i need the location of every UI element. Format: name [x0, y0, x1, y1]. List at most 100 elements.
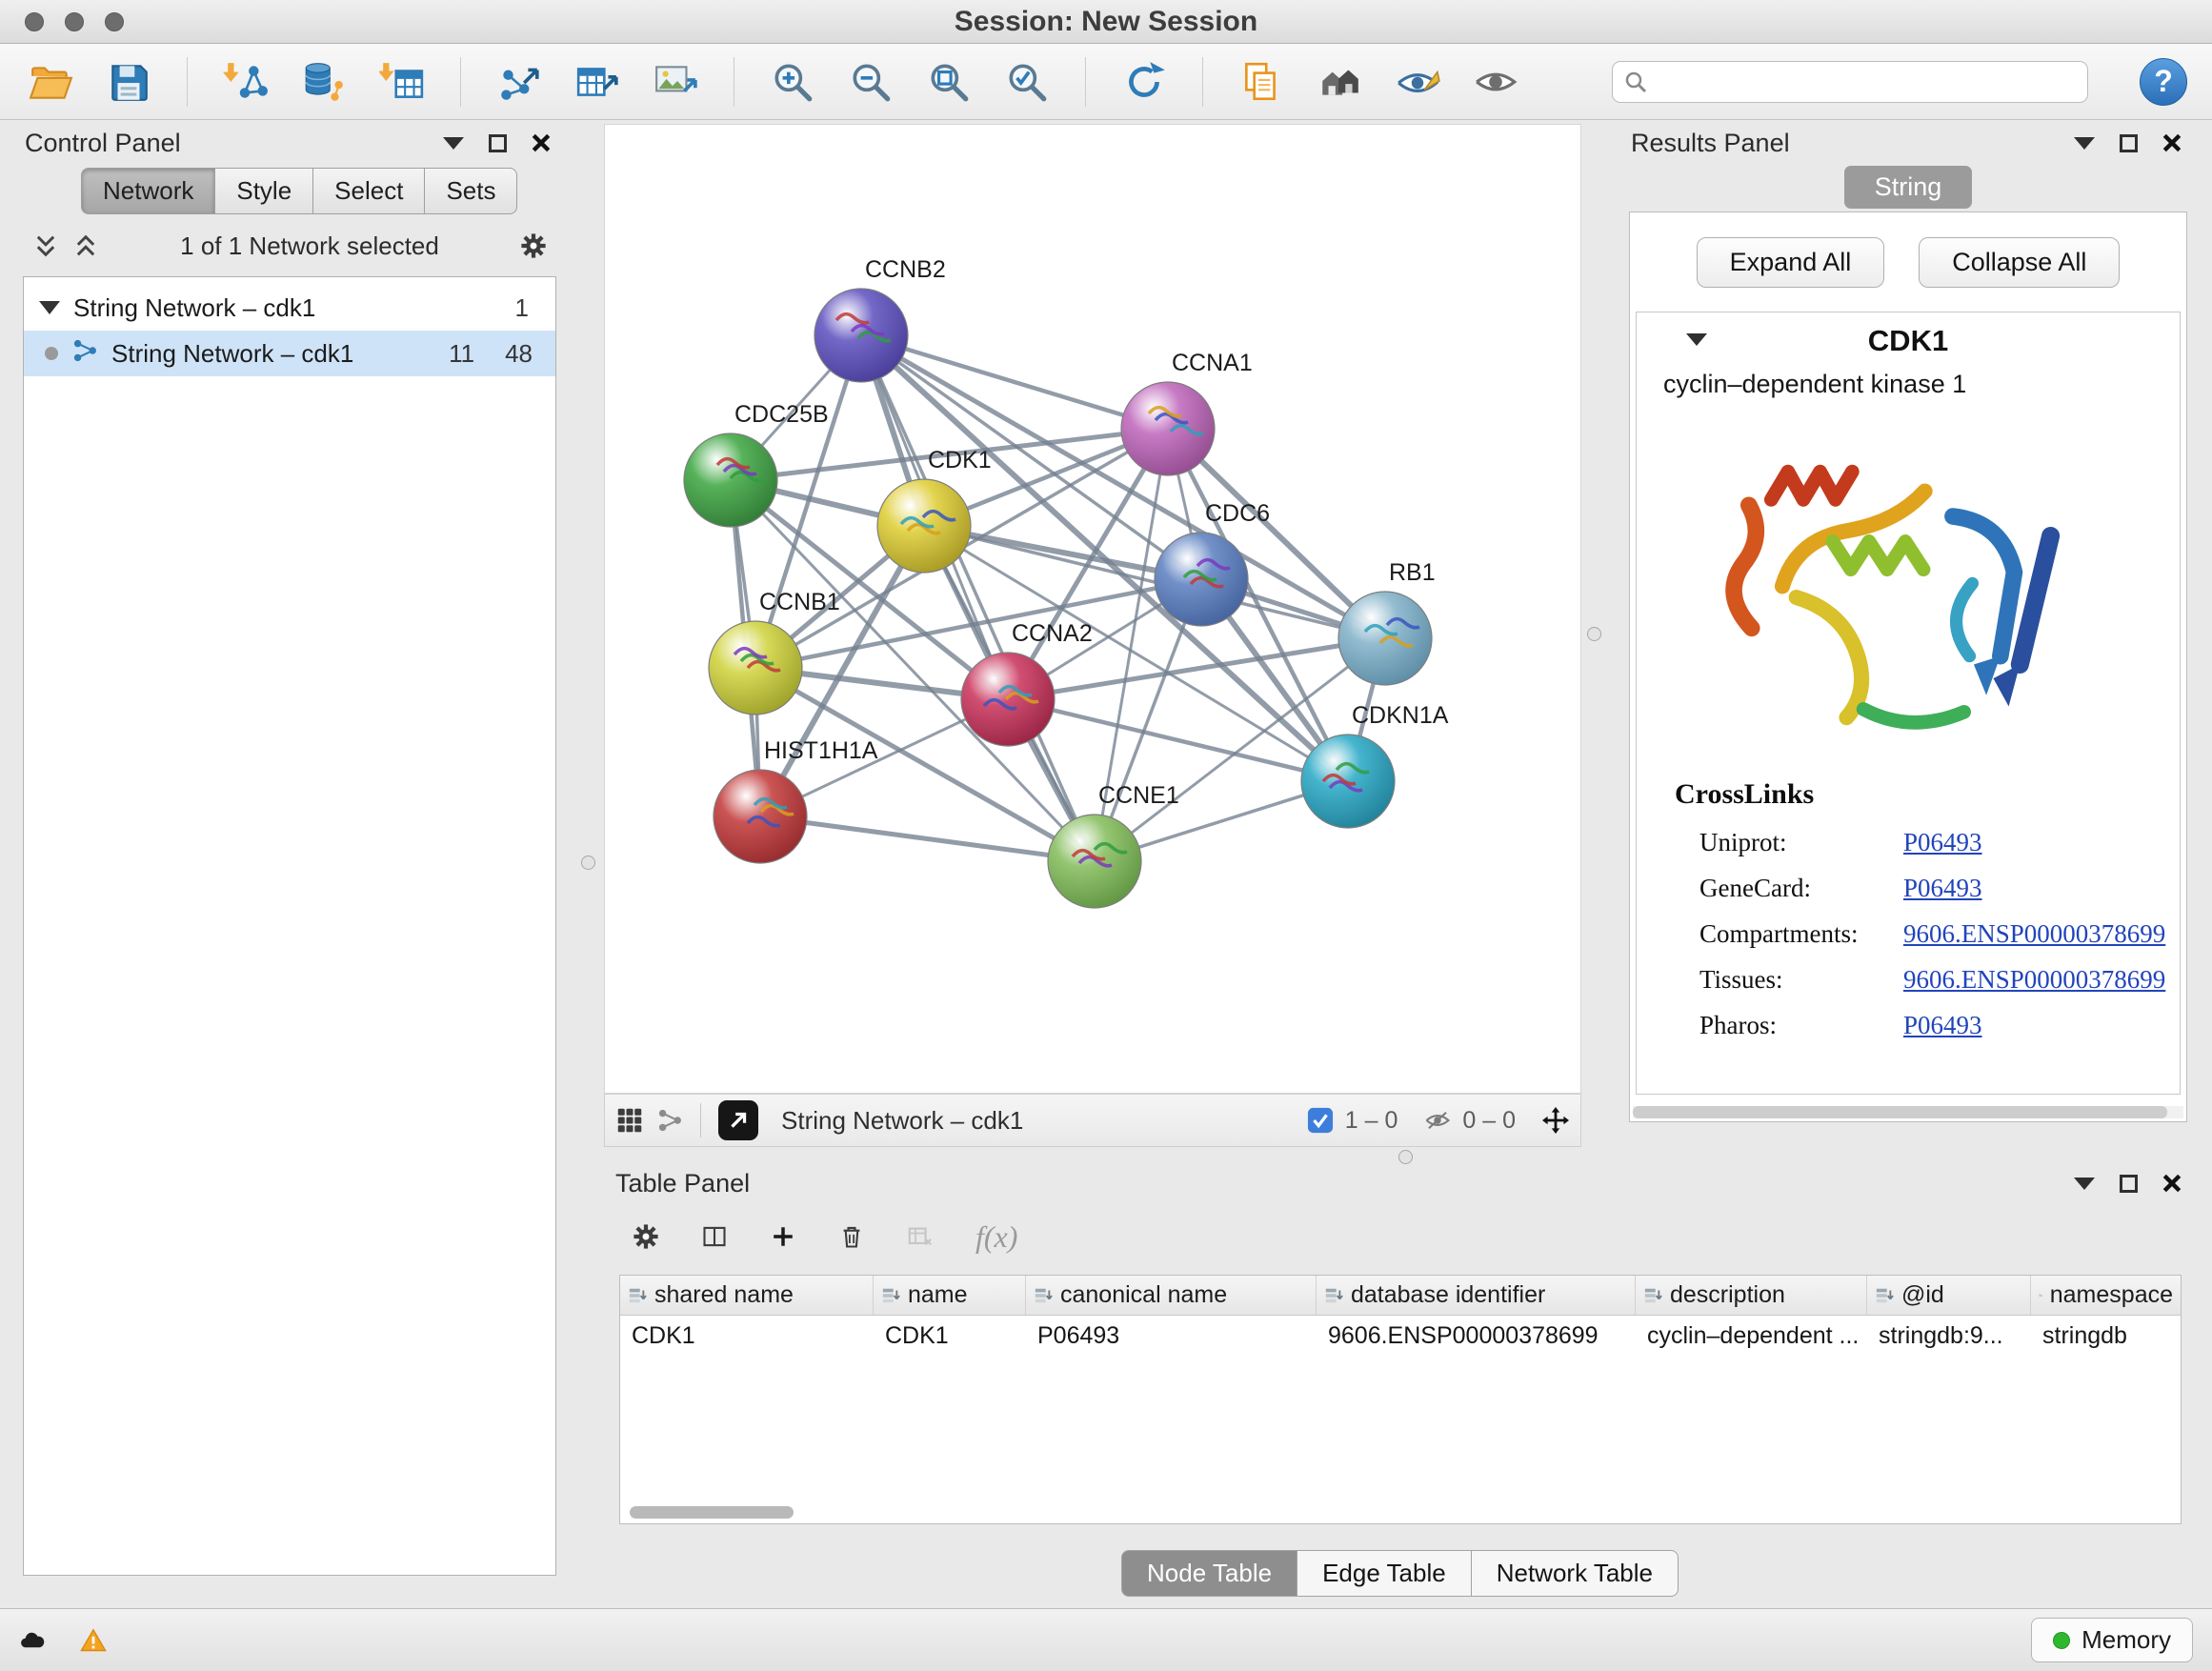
- network-graph[interactable]: CCNB2CCNA1CDC25BCDK1CDC6RB1CCNB1CCNA2CDK…: [605, 125, 1580, 1093]
- open-in-new-window-icon[interactable]: [718, 1100, 758, 1140]
- zoom-selected-icon[interactable]: [1001, 56, 1053, 108]
- splitter-handle[interactable]: [1587, 627, 1601, 641]
- tab-string[interactable]: String: [1844, 166, 1973, 209]
- cloud-icon[interactable]: [19, 1627, 46, 1654]
- import-network-database-icon[interactable]: [298, 56, 350, 108]
- refresh-view-icon[interactable]: [1118, 56, 1170, 108]
- network-collection-label: String Network – cdk1: [73, 293, 315, 323]
- window-title: Session: New Session: [0, 0, 2212, 44]
- horizontal-scrollbar[interactable]: [630, 1506, 794, 1519]
- panel-close-icon[interactable]: [2159, 1170, 2185, 1197]
- panel-menu-icon[interactable]: [440, 130, 467, 156]
- panel-close-icon[interactable]: [2159, 130, 2185, 156]
- zoom-out-icon[interactable]: [845, 56, 896, 108]
- memory-button[interactable]: Memory: [2031, 1618, 2193, 1662]
- export-table-icon[interactable]: [572, 56, 623, 108]
- column-header-shared-name[interactable]: shared name: [620, 1276, 874, 1315]
- add-column-icon[interactable]: [770, 1223, 796, 1250]
- table-row[interactable]: CDK1CDK1P064939606.ENSP00000378699cyclin…: [620, 1316, 2181, 1356]
- home-icon[interactable]: [1314, 56, 1365, 108]
- zoom-in-icon[interactable]: [767, 56, 818, 108]
- results-horizontal-scrollbar[interactable]: [1633, 1106, 2183, 1118]
- network-node-CCNB2[interactable]: CCNB2: [814, 256, 946, 382]
- open-session-icon[interactable]: [25, 56, 76, 108]
- svg-text:RB1: RB1: [1389, 559, 1436, 586]
- tab-network[interactable]: Network: [81, 168, 215, 214]
- network-node-RB1[interactable]: RB1: [1338, 559, 1436, 685]
- zoom-fit-icon[interactable]: [923, 56, 975, 108]
- collapse-all-icon[interactable]: [32, 232, 59, 259]
- tab-edge-table[interactable]: Edge Table: [1297, 1550, 1472, 1597]
- expand-all-icon[interactable]: [72, 232, 99, 259]
- crosslink-label: Uniprot:: [1699, 828, 1903, 857]
- column-header-description[interactable]: description: [1636, 1276, 1867, 1315]
- network-node-count: 11: [449, 339, 474, 369]
- network-node-HIST1H1A[interactable]: HIST1H1A: [714, 737, 878, 863]
- splitter-handle[interactable]: [581, 856, 595, 870]
- export-image-icon[interactable]: [650, 56, 701, 108]
- birdseye-grid-icon[interactable]: [616, 1107, 643, 1134]
- expand-all-button[interactable]: Expand All: [1697, 237, 1885, 288]
- network-list-toolbar: 1 of 1 Network selected: [23, 223, 556, 269]
- tab-sets[interactable]: Sets: [424, 168, 517, 214]
- share-network-icon[interactable]: [656, 1107, 683, 1134]
- warning-icon[interactable]: [80, 1627, 107, 1654]
- network-node-CDK1[interactable]: CDK1: [877, 447, 992, 573]
- network-canvas[interactable]: CCNB2CCNA1CDC25BCDK1CDC6RB1CCNB1CCNA2CDK…: [604, 124, 1581, 1094]
- help-button[interactable]: ?: [2140, 58, 2187, 106]
- network-row[interactable]: String Network – cdk1 11 48: [24, 331, 555, 376]
- splitter-handle[interactable]: [1398, 1150, 1413, 1164]
- function-builder-icon[interactable]: f(x): [975, 1219, 1017, 1255]
- gear-icon[interactable]: [633, 1223, 659, 1250]
- panel-menu-icon[interactable]: [2071, 130, 2098, 156]
- network-node-CCNB1[interactable]: CCNB1: [709, 589, 840, 715]
- eye-slash-icon[interactable]: [1392, 56, 1443, 108]
- tab-style[interactable]: Style: [214, 168, 313, 214]
- export-network-icon[interactable]: [493, 56, 545, 108]
- import-table-file-icon[interactable]: [376, 56, 428, 108]
- table-header-row: shared namenamecanonical namedatabase id…: [620, 1276, 2181, 1316]
- column-header-canonical-name[interactable]: canonical name: [1026, 1276, 1317, 1315]
- eye-icon[interactable]: [1470, 56, 1521, 108]
- search-input[interactable]: [1612, 61, 2088, 103]
- gear-icon[interactable]: [520, 232, 547, 259]
- import-network-file-icon[interactable]: [220, 56, 271, 108]
- panel-float-icon[interactable]: [484, 130, 511, 156]
- select-columns-icon[interactable]: [701, 1223, 728, 1250]
- collapse-all-button[interactable]: Collapse All: [1919, 237, 2120, 288]
- panel-close-icon[interactable]: [528, 130, 554, 156]
- tab-node-table[interactable]: Node Table: [1121, 1550, 1297, 1597]
- section-collapse-icon[interactable]: [1686, 333, 1707, 346]
- column-header-name[interactable]: name: [874, 1276, 1026, 1315]
- application-window: Session: New Session ? Control: [0, 0, 2212, 1671]
- delete-table-icon-disabled: [907, 1223, 934, 1250]
- selected-checkbox-icon[interactable]: [1307, 1107, 1334, 1134]
- network-collection-row[interactable]: String Network – cdk1 1: [24, 285, 555, 331]
- panel-float-icon[interactable]: [2115, 1170, 2142, 1197]
- network-selection-status: 1 of 1 Network selected: [112, 232, 507, 261]
- column-header-database-identifier[interactable]: database identifier: [1317, 1276, 1636, 1315]
- crosslink-value-link[interactable]: P06493: [1903, 874, 1982, 903]
- network-node-CCNA1[interactable]: CCNA1: [1121, 350, 1253, 475]
- network-tree: String Network – cdk1 1 String Network –…: [23, 276, 556, 1576]
- crosslink-value-link[interactable]: P06493: [1903, 1011, 1982, 1040]
- move-crosshair-icon[interactable]: [1542, 1107, 1569, 1134]
- tree-expand-icon[interactable]: [39, 301, 60, 314]
- save-session-icon[interactable]: [103, 56, 154, 108]
- column-header-namespace[interactable]: namespace: [2031, 1276, 2181, 1315]
- panel-menu-icon[interactable]: [2071, 1170, 2098, 1197]
- memory-status-dot: [2053, 1632, 2070, 1649]
- network-node-CDKN1A[interactable]: CDKN1A: [1301, 702, 1449, 828]
- table-cell: CDK1: [874, 1316, 1026, 1356]
- crosslink-value-link[interactable]: 9606.ENSP00000378699: [1903, 919, 2165, 949]
- panel-float-icon[interactable]: [2115, 130, 2142, 156]
- column-header--id[interactable]: @id: [1867, 1276, 2031, 1315]
- crosslink-value-link[interactable]: P06493: [1903, 828, 1982, 857]
- delete-column-icon[interactable]: [838, 1223, 865, 1250]
- tab-network-table[interactable]: Network Table: [1471, 1550, 1679, 1597]
- copy-icon[interactable]: [1236, 56, 1287, 108]
- crosslink-value-link[interactable]: 9606.ENSP00000378699: [1903, 965, 2165, 995]
- tab-select[interactable]: Select: [312, 168, 425, 214]
- control-panel-title: Control Panel: [25, 129, 181, 158]
- hidden-eye-slash-icon[interactable]: [1424, 1107, 1451, 1134]
